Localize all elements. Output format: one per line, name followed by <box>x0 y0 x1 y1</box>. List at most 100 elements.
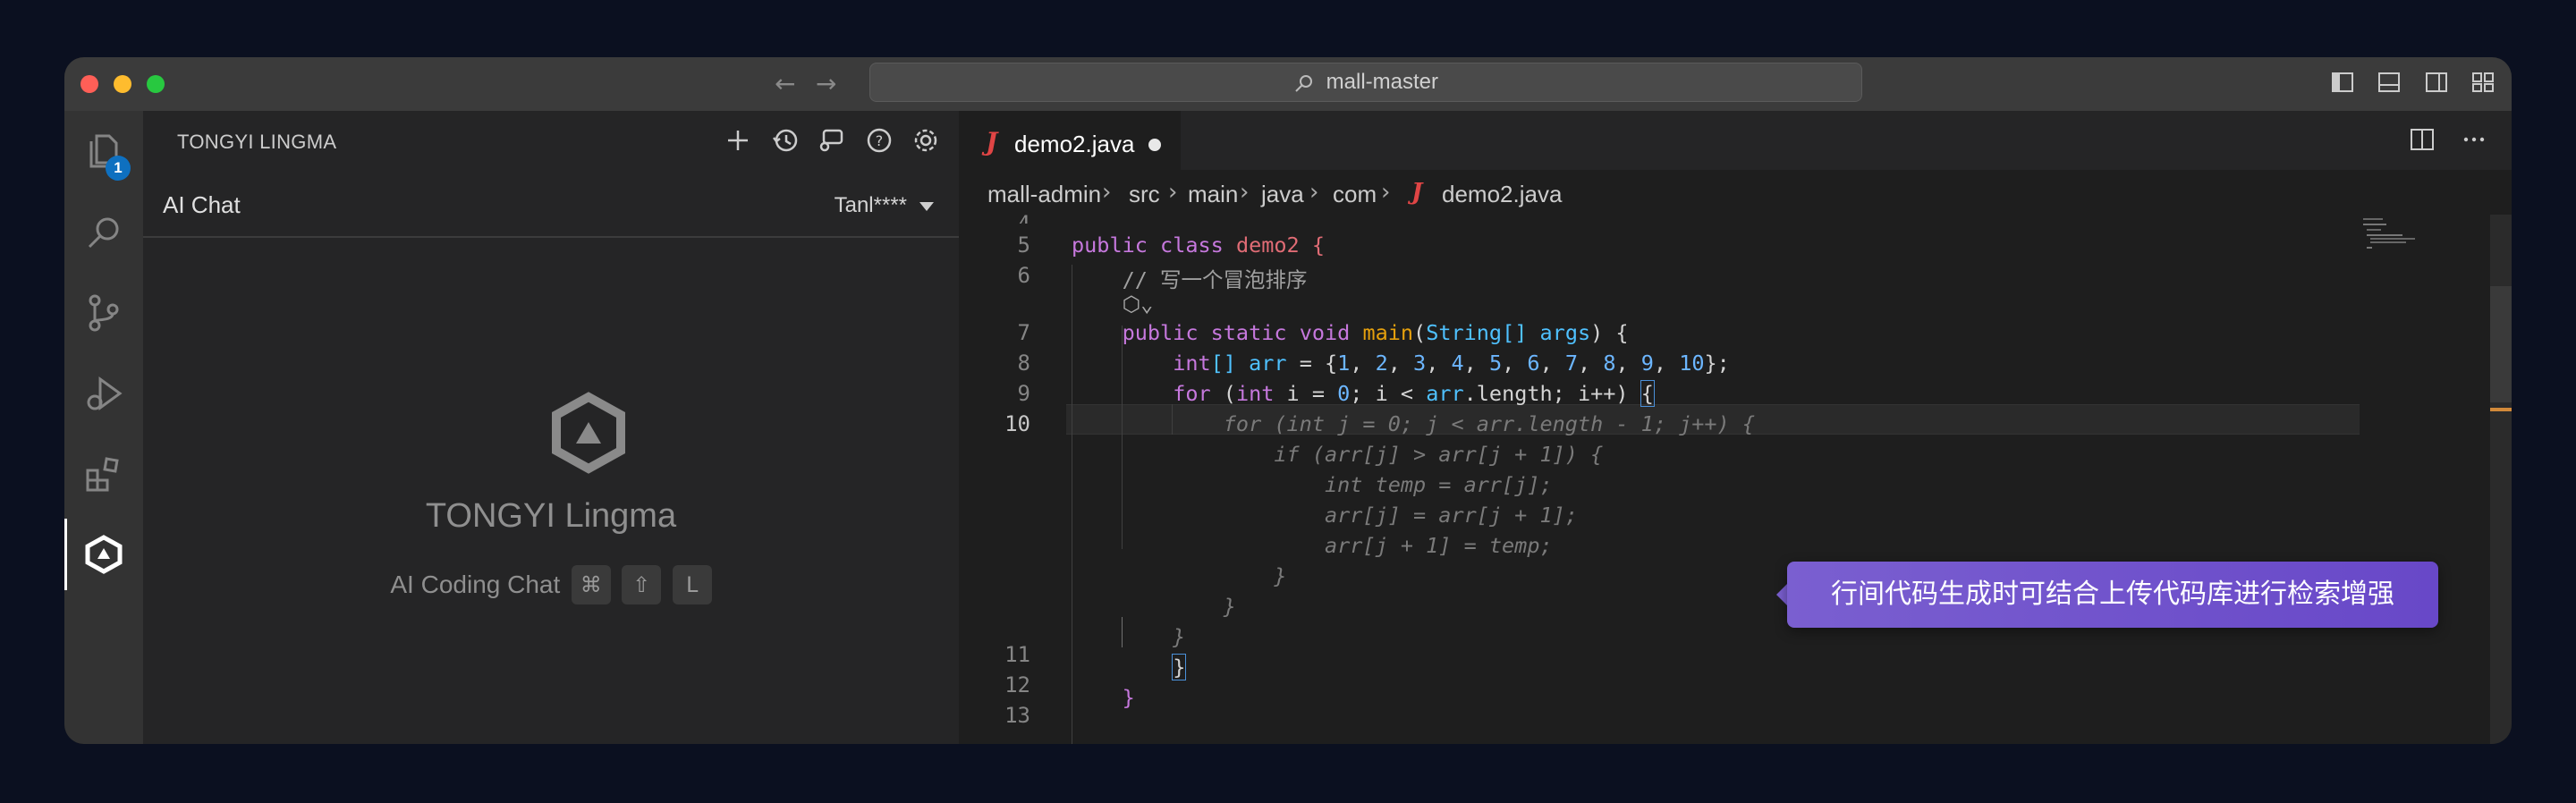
code-line: } <box>1172 654 1187 680</box>
editor-area: J demo2.java mall-admin › src › main › j… <box>959 111 2512 744</box>
tab-bar: J demo2.java <box>959 111 2512 170</box>
app-window: ← → mall-master 1 TONGYI LINGMA ? AI Cha… <box>64 57 2512 744</box>
line-number: 13 <box>1004 703 1030 728</box>
code-line: public static void main(String[] args) { <box>1122 320 1629 345</box>
code-editor[interactable]: 4 5 6 7 8 9 10 11 12 13 public class dem… <box>959 215 2512 744</box>
chevron-right-icon: › <box>1240 179 1250 206</box>
breadcrumb-item[interactable]: src <box>1129 181 1160 208</box>
more-actions-icon[interactable] <box>2460 125 2488 154</box>
cmd-key: ⌘ <box>571 565 611 604</box>
feedback-icon[interactable] <box>817 125 847 156</box>
close-window-button[interactable] <box>80 75 98 93</box>
breadcrumb-item[interactable]: com <box>1333 181 1377 208</box>
code-line: // 写一个冒泡排序 <box>1122 267 1308 292</box>
ghost-suggestion-line: for (int j = 0; j < arr.length - 1; j++)… <box>1072 411 1756 436</box>
chevron-down-icon <box>919 201 934 211</box>
side-panel-title: TONGYI LINGMA <box>177 131 337 153</box>
l-key: L <box>672 565 712 604</box>
shortcut-label: AI Coding Chat <box>390 571 561 598</box>
line-number: 12 <box>1004 672 1030 697</box>
scrollbar-thumb[interactable] <box>2490 286 2512 402</box>
chevron-right-icon: › <box>1381 179 1391 206</box>
toggle-secondary-sidebar-icon[interactable] <box>2424 70 2449 95</box>
breadcrumb-item[interactable]: java <box>1261 181 1304 208</box>
title-bar: ← → mall-master <box>64 57 2512 112</box>
chevron-right-icon: › <box>1309 179 1319 206</box>
ghost-suggestion-line: } <box>1072 563 1287 588</box>
run-debug-icon <box>87 376 123 410</box>
shortcut-hint: AI Coding Chat ⌘ ⇧ L <box>143 565 959 604</box>
toggle-panel-icon[interactable] <box>2377 70 2402 95</box>
chevron-right-icon: › <box>1102 179 1112 206</box>
chevron-down-icon: ⌄ <box>1140 292 1154 317</box>
tongyi-lingma-icon <box>85 535 123 574</box>
source-control-button[interactable] <box>64 277 143 349</box>
code-line: for (int i = 0; i < arr.length; i++) { <box>1173 380 1655 407</box>
side-panel-header: TONGYI LINGMA ? <box>143 111 959 170</box>
ghost-suggestion-line: arr[j] = arr[j + 1]; <box>1072 503 1578 528</box>
unsaved-dot-icon[interactable] <box>1148 139 1161 151</box>
maximize-window-button[interactable] <box>147 75 165 93</box>
user-account-dropdown[interactable]: Tanl**** <box>835 193 934 218</box>
arrow-right-icon[interactable]: → <box>816 68 836 100</box>
split-editor-icon[interactable] <box>2408 125 2436 154</box>
line-number: 8 <box>1017 351 1030 376</box>
tongyi-logo-icon <box>552 392 625 474</box>
tongyi-lingma-button[interactable] <box>64 519 143 590</box>
editor-actions <box>2388 125 2488 154</box>
settings-gear-icon[interactable] <box>911 125 941 156</box>
ghost-suggestion-line: if (arr[j] > arr[j + 1]) { <box>1072 442 1604 467</box>
ghost-suggestion-line: int temp = arr[j]; <box>1072 472 1553 497</box>
java-file-icon: J <box>1411 179 1423 206</box>
search-icon <box>88 217 119 249</box>
tab-demo2-java[interactable]: J demo2.java <box>959 111 1181 170</box>
line-number: 7 <box>1017 320 1030 345</box>
run-debug-button[interactable] <box>64 358 143 429</box>
command-search-input[interactable]: mall-master <box>869 63 1862 102</box>
tongyi-lens-icon: ⬡ <box>1122 292 1141 317</box>
code-line: } <box>1122 685 1135 710</box>
extensions-button[interactable] <box>64 438 143 510</box>
search-text: mall-master <box>1326 70 1438 94</box>
minimap[interactable] <box>2360 215 2467 744</box>
line-number: 9 <box>1017 381 1030 406</box>
minimize-window-button[interactable] <box>114 75 131 93</box>
line-number: 5 <box>1017 232 1030 258</box>
vertical-scrollbar[interactable] <box>2490 215 2512 744</box>
help-icon[interactable]: ? <box>864 125 894 156</box>
side-panel-actions: ? <box>710 125 941 157</box>
layout-controls <box>2312 70 2496 98</box>
user-name: Tanl**** <box>834 193 907 217</box>
ai-chat-title: AI Chat <box>163 191 241 218</box>
source-control-icon <box>89 294 119 332</box>
extensions-icon <box>86 457 119 492</box>
history-icon[interactable] <box>770 125 801 156</box>
explorer-button[interactable]: 1 <box>64 116 143 188</box>
code-lens[interactable]: ⬡⌄ <box>1072 292 1154 317</box>
chat-subheader: AI Chat Tanl**** <box>143 170 959 238</box>
breadcrumb: mall-admin › src › main › java › com › J… <box>959 170 2512 215</box>
scrollbar-marker <box>2490 408 2512 411</box>
search-icon <box>1295 74 1312 92</box>
svg-text:?: ? <box>875 132 883 149</box>
code-line: public class demo2 { <box>1072 232 1326 258</box>
ghost-suggestion-line: arr[j + 1] = temp; <box>1072 533 1553 558</box>
line-number: 10 <box>1004 411 1030 436</box>
explorer-badge: 1 <box>106 156 131 181</box>
activity-bar: 1 <box>64 111 143 744</box>
search-view-button[interactable] <box>64 197 143 268</box>
shift-key: ⇧ <box>622 565 662 604</box>
feature-tooltip: 行间代码生成时可结合上传代码库进行检索增强 <box>1787 562 2438 628</box>
arrow-left-icon[interactable]: ← <box>775 68 795 100</box>
chevron-right-icon: › <box>1168 179 1178 206</box>
customize-layout-icon[interactable] <box>2470 70 2496 95</box>
breadcrumb-item[interactable]: demo2.java <box>1442 181 1562 208</box>
toggle-primary-sidebar-icon[interactable] <box>2330 70 2355 95</box>
ghost-suggestion-line: } <box>1072 624 1186 649</box>
line-number: 11 <box>1004 642 1030 667</box>
breadcrumb-item[interactable]: mall-admin <box>987 181 1101 208</box>
new-chat-icon[interactable] <box>723 125 753 156</box>
tooltip-arrow <box>1776 584 1787 605</box>
breadcrumb-item[interactable]: main <box>1188 181 1238 208</box>
line-number: 6 <box>1017 263 1030 288</box>
